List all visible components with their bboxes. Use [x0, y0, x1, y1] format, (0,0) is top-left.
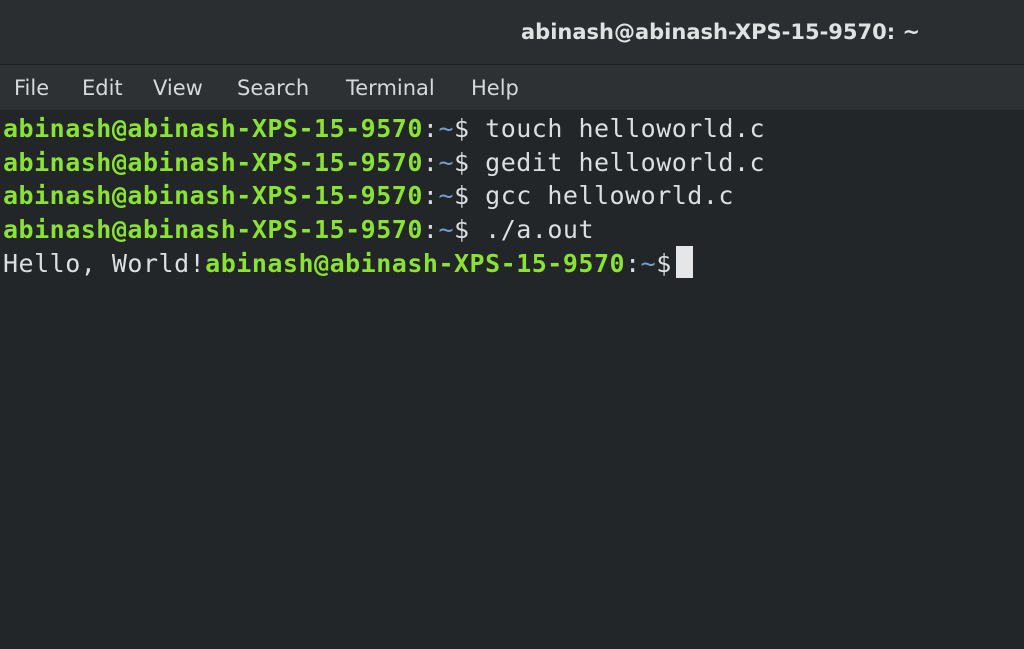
prompt-sign: $: [656, 249, 672, 278]
prompt-user-host: abinash@abinash-XPS-15-9570: [3, 214, 423, 244]
window-title: abinash@abinash-XPS-15-9570: ~: [521, 20, 921, 44]
prompt-user-host: abinash@abinash-XPS-15-9570: [3, 114, 423, 143]
prompt-sign: $: [454, 214, 470, 244]
menu-edit[interactable]: Edit: [82, 74, 123, 102]
prompt-separator: :: [422, 114, 439, 143]
prompt-sign: $: [454, 114, 470, 143]
prompt-separator: :: [625, 249, 641, 278]
prompt-user-host: abinash@abinash-XPS-15-9570: [3, 147, 423, 177]
prompt-directory: ~: [438, 181, 455, 210]
prompt-user-host: abinash@abinash-XPS-15-9570: [205, 249, 626, 278]
menu-search[interactable]: Search: [237, 74, 309, 102]
menu-file[interactable]: File: [14, 74, 49, 102]
terminal-window: abinash@abinash-XPS-15-9570: ~ File Edit…: [0, 0, 1024, 649]
command-text: touch helloworld.c: [485, 114, 766, 143]
program-output: Hello, World!: [3, 249, 206, 278]
command-text: gcc helloworld.c: [485, 181, 734, 210]
command-text: ./a.out: [485, 214, 594, 244]
title-bar[interactable]: abinash@abinash-XPS-15-9570: ~: [0, 0, 1024, 65]
prompt-directory: ~: [640, 249, 657, 278]
prompt-separator: :: [422, 147, 439, 177]
prompt-directory: ~: [438, 214, 455, 244]
prompt-user-host: abinash@abinash-XPS-15-9570: [3, 181, 423, 210]
menu-bar: File Edit View Search Terminal Help: [0, 65, 1024, 110]
terminal-output-area[interactable]: abinash@abinash-XPS-15-9570:~$ touch hel…: [0, 110, 1024, 649]
terminal-line: abinash@abinash-XPS-15-9570:~$ touch hel…: [3, 112, 1024, 146]
terminal-line: abinash@abinash-XPS-15-9570:~$ gedit hel…: [3, 146, 1024, 180]
terminal-line-current: Hello, World!abinash@abinash-XPS-15-9570…: [3, 246, 1024, 280]
prompt-separator: :: [422, 214, 439, 244]
menu-terminal[interactable]: Terminal: [346, 74, 435, 102]
terminal-line: abinash@abinash-XPS-15-9570:~$ ./a.out: [3, 213, 1024, 247]
terminal-line: abinash@abinash-XPS-15-9570:~$ gcc hello…: [3, 179, 1024, 213]
menu-help[interactable]: Help: [471, 74, 519, 102]
prompt-sign: $: [454, 181, 470, 210]
menu-view[interactable]: View: [153, 74, 203, 102]
prompt-directory: ~: [438, 147, 455, 177]
command-text: gedit helloworld.c: [485, 147, 766, 177]
text-cursor: [675, 246, 693, 278]
prompt-sign: $: [454, 147, 470, 177]
prompt-separator: :: [422, 181, 439, 210]
prompt-directory: ~: [438, 114, 455, 143]
